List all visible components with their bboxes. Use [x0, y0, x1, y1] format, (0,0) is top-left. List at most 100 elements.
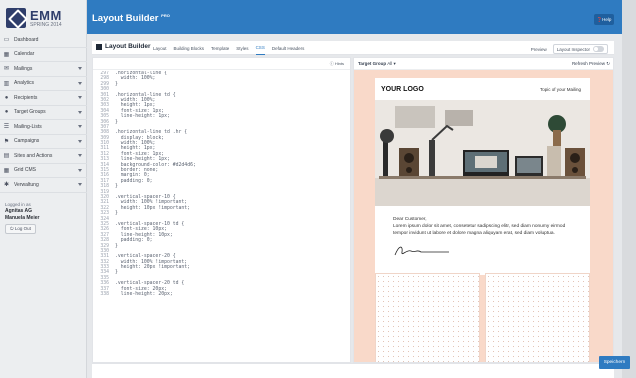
code-text: }: [115, 211, 118, 217]
code-text: line-height: 20px;: [115, 292, 173, 298]
help-label: Help: [602, 17, 612, 22]
layout-inspector-toggle[interactable]: [593, 46, 604, 52]
mail-topic: Topic of your Mailing: [539, 87, 581, 92]
app-logo[interactable]: EMM SPRING 2014: [6, 6, 80, 30]
builder-tabs: Layout Building Blocks Template Styles C…: [153, 41, 304, 55]
refresh-preview-label: Refresh Preview: [571, 61, 605, 66]
save-label: Speichern: [603, 360, 626, 365]
hints-label: Hints: [334, 61, 344, 66]
save-button[interactable]: Speichern: [599, 356, 630, 369]
code-text: padding: 0;: [115, 238, 153, 244]
sidebar: EMM SPRING 2014 ▭ Dashboard ▦ Calendar ✉…: [0, 0, 87, 378]
grid-icon: ▦: [3, 167, 10, 174]
sidebar-item-label: Sites and Actions: [14, 152, 53, 159]
builder-title: Layout Builder: [96, 43, 151, 50]
tab-layout[interactable]: Layout: [153, 41, 167, 55]
mail-body: Dear Customer, Lorem ipsum dolor sit ame…: [393, 216, 573, 238]
refresh-icon: ↻: [606, 61, 610, 66]
code-text: height: 10px !important;: [115, 205, 191, 211]
preview-link[interactable]: Preview: [531, 47, 547, 52]
mail-logo: YOUR LOGO: [381, 86, 424, 93]
footer-bar: [92, 363, 614, 378]
editor-bar: ⓘ Hints: [93, 58, 350, 70]
mail-hero-image: [375, 100, 590, 206]
mail-canvas: YOUR LOGO Topic of your Mailing Dear Cus…: [375, 78, 590, 275]
chevron-down-icon: [78, 81, 82, 85]
sidebar-item-sites-and-actions[interactable]: ▤ Sites and Actions: [0, 149, 87, 164]
chevron-down-icon: [78, 96, 82, 99]
power-icon: ⏻: [10, 225, 14, 231]
tab-default-headers[interactable]: Default Headers: [272, 41, 305, 55]
code-area[interactable]: 297 .horizontal-line {298 width: 100%; 299…: [93, 71, 350, 363]
mail-greeting: Dear Customer,: [393, 217, 427, 222]
target-group-value: All: [387, 61, 393, 66]
sidebar-item-label: Grid CMS: [14, 167, 36, 174]
sidebar-item-label: Campaigns: [14, 138, 40, 145]
logo-title: EMM: [30, 7, 62, 23]
info-icon: ⓘ: [329, 61, 334, 66]
empty-block-left[interactable]: [375, 273, 480, 362]
layout-inspector-label: Layout Inspector: [556, 46, 590, 52]
chevron-down-icon: ▾: [393, 61, 396, 66]
window-edge: [622, 0, 636, 378]
calendar-icon: ▦: [3, 51, 10, 58]
chevron-down-icon: [78, 154, 82, 157]
code-text: padding: 0;: [115, 178, 153, 184]
preview-bar: Target Group All ▾ Refresh Preview ↻: [354, 58, 613, 70]
sidebar-item-calendar[interactable]: ▦ Calendar: [0, 48, 87, 62]
hints-button[interactable]: ⓘ Hints: [330, 61, 344, 67]
sidebar-item-analytics[interactable]: ▥ Analytics: [0, 77, 87, 91]
sidebar-item-label: Recipients: [14, 94, 38, 101]
chevron-down-icon: [78, 110, 82, 114]
sidebar-item-recipients[interactable]: ● Recipients: [0, 91, 87, 106]
mail-preview: Target Group All ▾ Refresh Preview ↻ YOU…: [353, 57, 614, 363]
code-text: height: 20px !important;: [115, 265, 191, 271]
tab-template[interactable]: Template: [211, 41, 229, 55]
css-editor[interactable]: ⓘ Hints 297 .horizontal-line {298 width: …: [92, 57, 351, 363]
sidebar-item-mailings[interactable]: ✉ Mailings: [0, 62, 87, 77]
tab-building-blocks[interactable]: Building Blocks: [174, 41, 205, 55]
refresh-preview-button[interactable]: Refresh Preview ↻: [572, 61, 610, 67]
layout-inspector[interactable]: Layout Inspector: [552, 44, 608, 54]
builder-toolbar: Layout Builder Layout Building Blocks Te…: [92, 41, 614, 55]
list-icon: ☰: [3, 124, 10, 131]
logout-button[interactable]: ⏻ Log Out: [5, 223, 36, 234]
sitemap-icon: ▤: [3, 153, 10, 160]
login-company: Agnitas AG: [5, 208, 33, 215]
tab-css[interactable]: CSS: [255, 41, 265, 55]
chevron-down-icon: [78, 67, 82, 70]
sidebar-nav: ▭ Dashboard ▦ Calendar ✉ Mailings ▥ Anal…: [0, 33, 87, 193]
pro-badge: PRO: [161, 13, 170, 18]
code-text: }: [115, 243, 118, 249]
sidebar-item-verwaltung[interactable]: ✱ Verwaltung: [0, 178, 87, 193]
sidebar-item-dashboard[interactable]: ▭ Dashboard: [0, 33, 87, 48]
user-icon: ●: [4, 94, 9, 101]
help-button[interactable]: ❓ Help: [594, 14, 614, 25]
page-title: Layout Builder PRO: [92, 13, 170, 24]
sidebar-item-target-groups[interactable]: ● Target Groups: [0, 106, 87, 120]
sidebar-item-label: Calendar: [14, 51, 35, 58]
empty-block-right[interactable]: [485, 273, 590, 362]
desk-photo: [375, 100, 590, 206]
logo-subtitle: SPRING 2014: [30, 21, 62, 28]
chevron-down-icon: [78, 139, 82, 143]
code-line[interactable]: 338 line-height: 20px;: [93, 292, 350, 297]
emm-logo-icon: [6, 8, 26, 28]
sidebar-item-label: Dashboard: [14, 36, 39, 43]
empty-blocks: [375, 273, 590, 362]
sidebar-item-grid-cms[interactable]: ▦ Grid CMS: [0, 164, 87, 178]
users-icon: ●: [4, 109, 9, 116]
flag-icon: ⚑: [3, 138, 10, 145]
sidebar-item-campaigns[interactable]: ⚑ Campaigns: [0, 135, 87, 149]
chevron-down-icon: [78, 125, 82, 128]
gear-icon: ✱: [3, 182, 10, 189]
layout-grid-icon: [96, 43, 102, 50]
tab-styles[interactable]: Styles: [236, 41, 248, 55]
login-user: Manuela Meier: [5, 214, 40, 221]
mail-paragraph: Lorem ipsum dolor sit amet, consetetur s…: [393, 224, 566, 237]
target-group-select[interactable]: Target Group All ▾: [358, 61, 396, 67]
chevron-down-icon: [78, 183, 82, 186]
bar-chart-icon: ▥: [3, 80, 10, 87]
logout-label: Log Out: [14, 225, 31, 231]
sidebar-item-mailing-lists[interactable]: ☰ Mailing-Lists: [0, 120, 87, 135]
